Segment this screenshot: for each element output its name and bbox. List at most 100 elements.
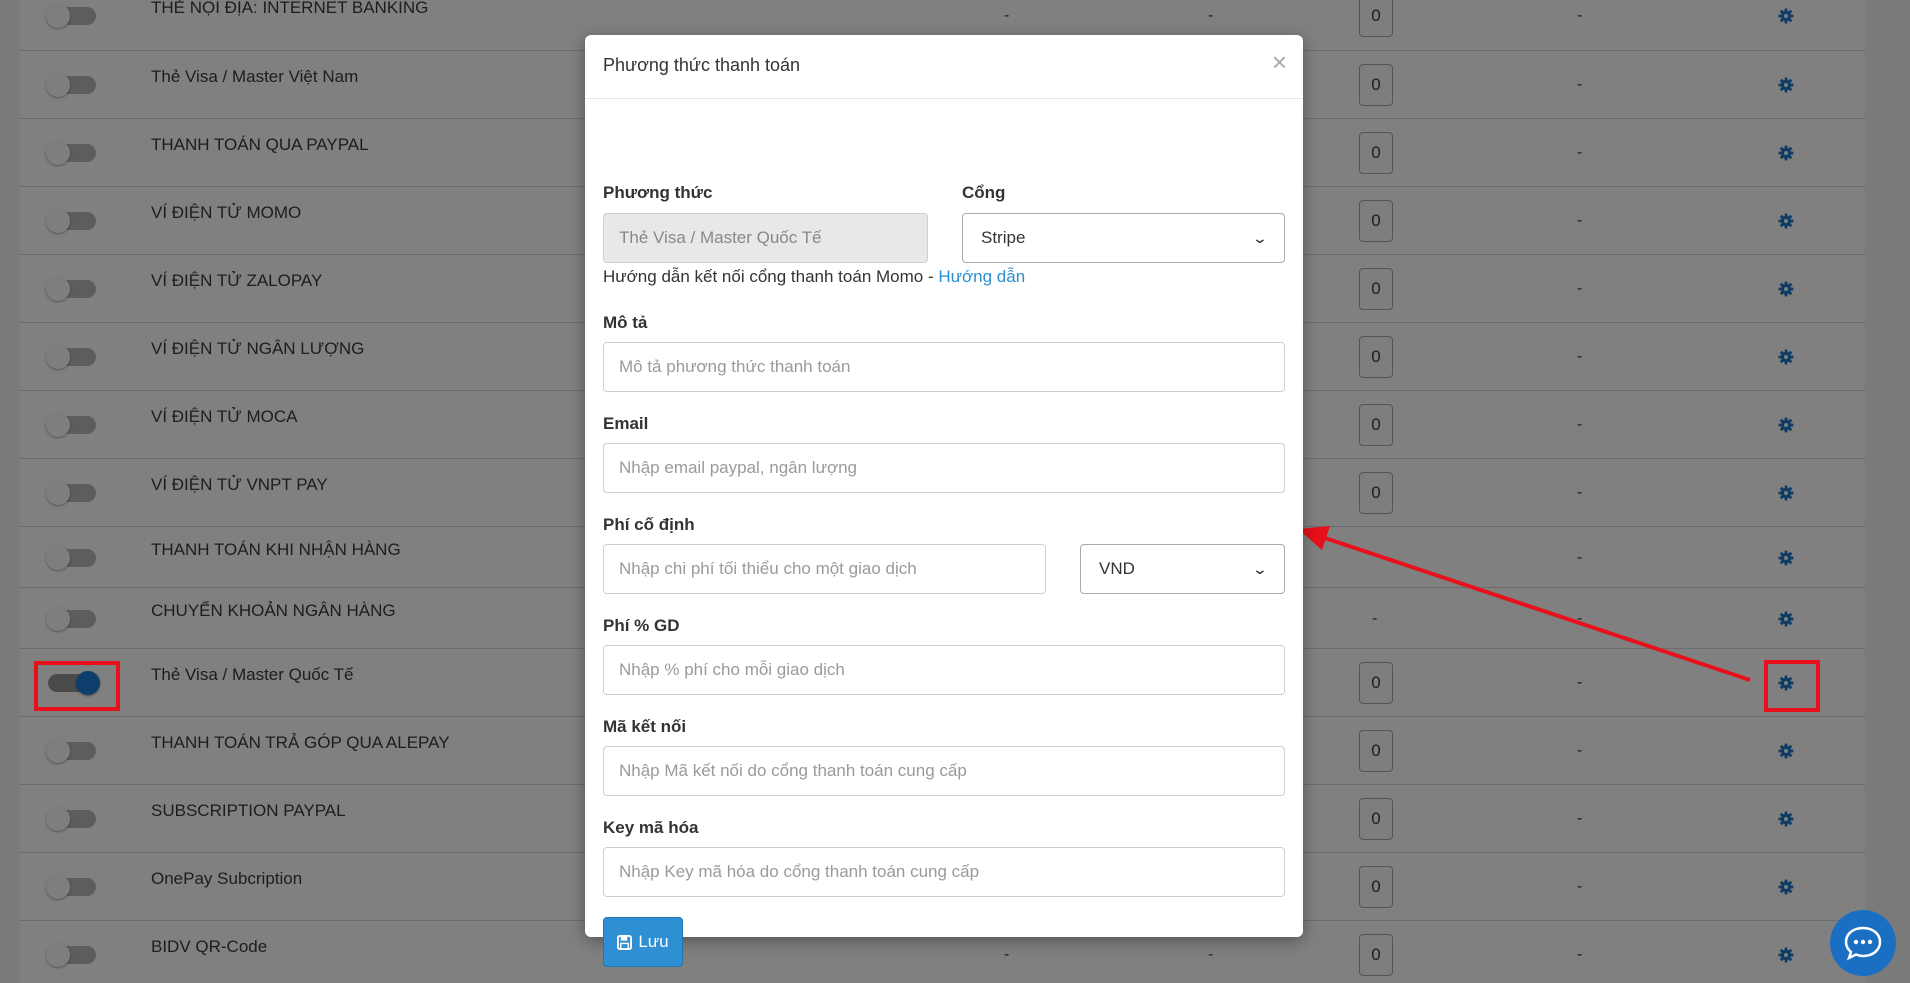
status-toggle[interactable] [46, 209, 96, 233]
status-toggle[interactable] [46, 807, 96, 831]
toggle-knob [46, 739, 70, 763]
status-toggle[interactable] [46, 141, 96, 165]
toggle-knob [46, 141, 70, 165]
help-link[interactable]: Hướng dẫn [938, 267, 1025, 286]
table-cell: - [1208, 6, 1214, 24]
priority-input[interactable]: 0 [1359, 798, 1393, 840]
fixed-fee-input[interactable] [603, 544, 1046, 594]
table-cell: - [1577, 76, 1583, 93]
toggle-knob [46, 209, 70, 233]
priority-input[interactable]: 0 [1359, 64, 1393, 106]
table-cell: - [1577, 674, 1583, 691]
gateway-label: Cổng [962, 183, 1006, 202]
gear-icon[interactable] [1778, 947, 1800, 969]
status-toggle[interactable] [46, 545, 96, 570]
status-toggle[interactable] [46, 3, 96, 28]
gear-icon[interactable] [1778, 213, 1800, 235]
priority-input[interactable]: 0 [1359, 0, 1393, 37]
chevron-down-icon: ⌄ [1251, 229, 1269, 246]
priority-input[interactable]: 0 [1359, 336, 1393, 378]
gear-icon[interactable] [1778, 417, 1800, 439]
payment-method-name: OnePay Subcription [151, 869, 303, 888]
priority-input[interactable]: 0 [1359, 200, 1393, 242]
priority-input[interactable]: 0 [1359, 472, 1393, 514]
table-cell: - [1577, 144, 1583, 161]
payment-method-name: VÍ ĐIỆN TỬ MOMO [151, 203, 302, 222]
modal-header: Phương thức thanh toán × [585, 35, 1303, 99]
gear-icon[interactable] [1778, 349, 1800, 371]
payment-method-name: VÍ ĐIỆN TỬ NGÂN LƯỢNG [151, 339, 365, 358]
priority-input[interactable]: 0 [1359, 132, 1393, 174]
chat-icon [1844, 926, 1882, 960]
payment-method-modal: Phương thức thanh toán × Phương thức Cổn… [585, 35, 1303, 967]
gear-icon[interactable] [1778, 743, 1800, 765]
priority-input[interactable]: 0 [1359, 934, 1393, 976]
table-cell: - [1577, 946, 1583, 963]
gear-icon[interactable] [1778, 8, 1800, 30]
description-input[interactable] [603, 342, 1285, 392]
payment-method-name: THANH TOÁN TRẢ GÓP QUA ALEPAY [151, 733, 450, 752]
chat-button[interactable] [1830, 910, 1896, 976]
toggle-knob [46, 413, 70, 437]
status-toggle[interactable] [46, 875, 96, 899]
status-toggle[interactable] [46, 739, 96, 763]
toggle-knob [46, 943, 70, 967]
percent-fee-label: Phí % GD [603, 616, 680, 635]
table-cell: - [1577, 6, 1583, 24]
status-toggle[interactable] [46, 413, 96, 437]
table-cell: - [1577, 348, 1583, 365]
table-cell: - [1577, 416, 1583, 433]
gear-icon[interactable] [1778, 811, 1800, 833]
payment-method-name: VÍ ĐIỆN TỬ MOCA [151, 407, 298, 426]
table-cell: - [1577, 878, 1583, 895]
status-toggle[interactable] [46, 481, 96, 505]
description-label: Mô tả [603, 313, 648, 332]
gear-icon[interactable] [1778, 485, 1800, 507]
save-button[interactable]: Lưu [603, 917, 683, 967]
close-icon[interactable]: × [1272, 49, 1287, 75]
table-cell: - [1577, 548, 1583, 566]
gear-icon[interactable] [1778, 145, 1800, 167]
percent-fee-input[interactable] [603, 645, 1285, 695]
priority-input[interactable]: 0 [1359, 268, 1393, 310]
payment-method-name: THANH TOÁN KHI NHẬN HÀNG [151, 539, 401, 559]
gear-icon[interactable] [1778, 77, 1800, 99]
payment-method-name: THẺ NỘI ĐỊA: INTERNET BANKING [151, 0, 429, 17]
method-label: Phương thức [603, 183, 713, 202]
encrypt-key-input[interactable] [603, 847, 1285, 897]
save-button-label: Lưu [638, 932, 669, 951]
table-cell: - [1372, 609, 1378, 627]
gear-icon[interactable] [1778, 611, 1800, 633]
status-toggle[interactable] [46, 73, 96, 97]
priority-input[interactable]: 0 [1359, 662, 1393, 704]
status-toggle[interactable] [46, 277, 96, 301]
payment-method-name: VÍ ĐIỆN TỬ ZALOPAY [151, 271, 323, 290]
payment-method-name: SUBSCRIPTION PAYPAL [151, 801, 346, 820]
priority-input[interactable]: 0 [1359, 730, 1393, 772]
status-toggle[interactable] [46, 345, 96, 369]
status-toggle[interactable] [46, 606, 96, 631]
toggle-knob [46, 606, 70, 631]
table-cell: - [1577, 280, 1583, 297]
email-label: Email [603, 414, 649, 433]
connect-code-input[interactable] [603, 746, 1285, 796]
email-input[interactable] [603, 443, 1285, 493]
chevron-down-icon: ⌄ [1251, 560, 1269, 577]
gear-icon[interactable] [1778, 281, 1800, 303]
payment-method-name: Thẻ Visa / Master Việt Nam [151, 67, 359, 86]
priority-input[interactable]: 0 [1359, 404, 1393, 446]
gear-highlight-box [1764, 660, 1820, 712]
method-input [603, 213, 928, 263]
payment-method-name: Thẻ Visa / Master Quốc Tế [151, 665, 354, 684]
currency-select[interactable]: VND ⌄ [1080, 544, 1285, 594]
gateway-select[interactable]: Stripe ⌄ [962, 213, 1285, 263]
toggle-knob [46, 3, 70, 28]
payment-method-name: CHUYỂN KHOẢN NGÂN HÀNG [151, 600, 396, 620]
toggle-knob [46, 277, 70, 301]
status-toggle[interactable] [46, 943, 96, 967]
save-icon [617, 934, 633, 950]
gear-icon[interactable] [1778, 879, 1800, 901]
gear-icon[interactable] [1778, 550, 1800, 572]
toggle-knob [46, 545, 70, 570]
priority-input[interactable]: 0 [1359, 866, 1393, 908]
